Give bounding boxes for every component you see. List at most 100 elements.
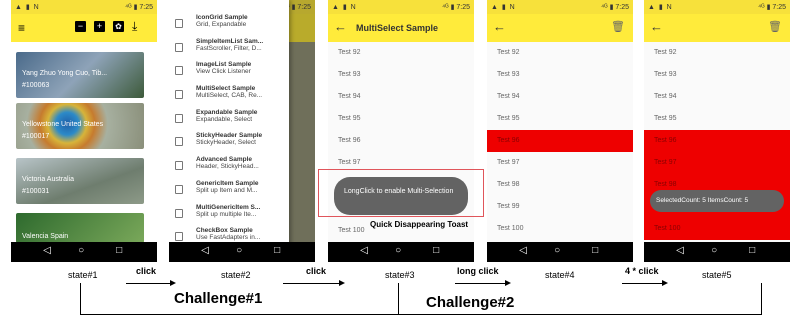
challenge-label: Challenge#1 xyxy=(174,290,263,307)
state-label: state#2 xyxy=(221,270,251,280)
status-bar: ▲ ▮ N ⁴ᴳ ▮ 7:25 xyxy=(487,0,633,14)
nav-recent-button[interactable]: □ xyxy=(749,245,755,256)
list-item[interactable]: Test 97 xyxy=(487,152,633,174)
list-item[interactable]: Test 100 xyxy=(487,218,633,240)
list-item[interactable]: Test 92 xyxy=(487,42,633,64)
drawer-item[interactable]: IconGrid Sample Grid, Expandable xyxy=(169,14,289,36)
nav-recent-button[interactable]: □ xyxy=(433,245,439,256)
nav-home-button[interactable]: ○ xyxy=(236,245,242,256)
state-label: state#3 xyxy=(385,270,415,280)
nav-home-button[interactable]: ○ xyxy=(711,245,717,256)
toast-caption: Quick Disappearing Toast xyxy=(370,220,469,229)
challenge-bracket xyxy=(80,283,82,315)
state-label: state#1 xyxy=(68,270,98,280)
toast-message: SelectedCount: 5 ItemsCount: 5 xyxy=(650,190,784,212)
nav-home-button[interactable]: ○ xyxy=(395,245,401,256)
menu-icon[interactable]: ≡ xyxy=(18,21,25,35)
nav-bar: ◁ ○ □ xyxy=(328,242,474,262)
image-card[interactable]: Yang Zhuo Yong Cuo, Tib... #100063 xyxy=(16,52,144,98)
drawer-item[interactable]: SimpleItemList Sam... FastScroller, Filte… xyxy=(169,38,289,60)
nav-recent-button[interactable]: □ xyxy=(592,245,598,256)
phone-state5: ▲ ▮ N ⁴ᴳ ▮ 7:25 ← 🗑 Test 92 Test 93 Test 9… xyxy=(644,0,790,262)
drawer-item[interactable]: Advanced Sample Header, StickyHead... xyxy=(169,156,289,178)
app-bar: ≡ − + ✿ ⤓ xyxy=(11,14,157,42)
list-item[interactable]: Test 96 xyxy=(644,130,790,152)
nav-back-button[interactable]: ◁ xyxy=(201,245,209,256)
nav-recent-button[interactable]: □ xyxy=(274,245,280,256)
page-title: MultiSelect Sample xyxy=(356,23,439,33)
challenge-bracket xyxy=(80,314,762,316)
item-list: Test 92 Test 93 Test 94 Test 95 Test 96 Test … xyxy=(487,42,633,240)
app-bar: ← 🗑 xyxy=(644,14,790,42)
sample-icon xyxy=(175,42,183,52)
image-card[interactable]: Victoria Australia #100031 xyxy=(16,158,144,204)
phone-state1: ▲ ▮ N ⁴ᴳ ▮ 7:25 ≡ − + ✿ ⤓ Yang Zhuo Yong… xyxy=(11,0,157,262)
sample-icon xyxy=(175,232,183,242)
drawer-item[interactable]: Expandable Sample Expandable, Select xyxy=(169,109,289,131)
list-item[interactable]: Test 93 xyxy=(487,64,633,86)
list-item[interactable]: Test 94 xyxy=(328,86,474,108)
list-item[interactable]: Test 95 xyxy=(328,108,474,130)
sample-icon xyxy=(175,208,183,218)
arrow-label: click xyxy=(306,266,327,276)
drawer-item[interactable]: ImageList Sample View Click Listener xyxy=(169,61,289,83)
arrow-label: 4 * click xyxy=(625,266,659,276)
list-item[interactable]: Test 95 xyxy=(644,108,790,130)
nav-recent-button[interactable]: □ xyxy=(116,245,122,256)
plus-icon[interactable]: + xyxy=(94,21,105,32)
drawer-item[interactable]: MultiSelect Sample MultiSelect, CAB, Re..… xyxy=(169,85,289,107)
list-item[interactable]: Test 99 xyxy=(487,196,633,218)
challenge-label: Challenge#2 xyxy=(426,294,515,311)
nav-back-button[interactable]: ◁ xyxy=(360,245,368,256)
list-item[interactable]: Test 96 xyxy=(487,130,633,152)
transition-arrow xyxy=(283,279,345,287)
list-item[interactable]: Test 92 xyxy=(644,42,790,64)
sample-icon xyxy=(175,184,183,194)
sample-icon xyxy=(175,66,183,76)
challenge-bracket xyxy=(398,283,400,315)
drawer-item[interactable]: MultiGenericItem S... Split up multiple I… xyxy=(169,204,289,226)
sample-icon xyxy=(175,137,183,147)
list-item[interactable]: Test 92 xyxy=(328,42,474,64)
download-icon[interactable]: ⤓ xyxy=(132,19,137,34)
list-item[interactable]: Test 97 xyxy=(644,152,790,174)
drawer-list: IconGrid Sample Grid, Expandable SimpleIte… xyxy=(169,14,289,262)
list-item[interactable]: Test 93 xyxy=(644,64,790,86)
image-card[interactable]: Yellowstone United States #100017 xyxy=(16,103,144,149)
nav-back-button[interactable]: ◁ xyxy=(43,245,51,256)
sample-icon xyxy=(175,19,183,28)
arrow-label: long click xyxy=(457,266,499,276)
list-item[interactable]: Test 94 xyxy=(487,86,633,108)
drawer-item[interactable]: StickyHeader Sample StickyHeader, Select xyxy=(169,132,289,154)
arrow-back-icon[interactable]: ← xyxy=(334,19,347,34)
nav-home-button[interactable]: ○ xyxy=(78,245,84,256)
status-bar: ▲ ▮ N ⁴ᴳ ▮ 7:25 xyxy=(644,0,790,14)
trash-icon[interactable]: 🗑 xyxy=(768,20,782,33)
sample-icon xyxy=(175,161,183,171)
nav-back-button[interactable]: ◁ xyxy=(519,245,527,256)
nav-bar: ◁ ○ □ xyxy=(169,242,315,262)
transition-arrow xyxy=(622,279,668,287)
trash-icon[interactable]: 🗑 xyxy=(611,20,625,33)
nav-bar: ◁ ○ □ xyxy=(644,242,790,262)
state-label: state#4 xyxy=(545,270,575,280)
status-bar: ▲ ▮ N ⁴ᴳ ▮ 7:25 xyxy=(11,0,157,14)
arrow-back-icon[interactable]: ← xyxy=(493,19,506,34)
nav-back-button[interactable]: ◁ xyxy=(676,245,684,256)
arrow-label: click xyxy=(136,266,157,276)
minus-icon[interactable]: − xyxy=(75,21,86,32)
arrow-back-icon[interactable]: ← xyxy=(650,19,663,34)
gear-icon[interactable]: ✿ xyxy=(113,21,124,32)
status-bar: ▲ ▮ N ⁴ᴳ ▮ 7:25 xyxy=(328,0,474,14)
nav-home-button[interactable]: ○ xyxy=(554,245,560,256)
nav-bar: ◁ ○ □ xyxy=(487,242,633,262)
list-item[interactable]: Test 100 xyxy=(644,218,790,240)
list-item[interactable]: Test 94 xyxy=(644,86,790,108)
list-item[interactable]: Test 96 xyxy=(328,130,474,152)
list-item[interactable]: Test 93 xyxy=(328,64,474,86)
list-item[interactable]: Test 98 xyxy=(487,174,633,196)
app-bar: ← 🗑 xyxy=(487,14,633,42)
drawer-item[interactable]: GenericItem Sample Split up Item and M... xyxy=(169,180,289,202)
list-item[interactable]: Test 95 xyxy=(487,108,633,130)
image-card[interactable]: Valencia Spain xyxy=(16,213,144,243)
